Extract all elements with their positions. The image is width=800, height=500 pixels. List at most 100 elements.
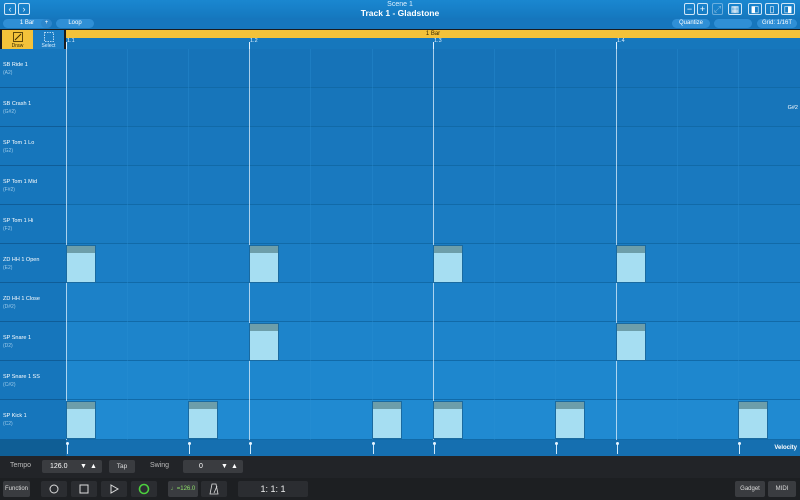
midi-note-kick[interactable] — [555, 401, 585, 439]
velocity-handle[interactable] — [433, 442, 436, 445]
lane-name: SP Snare 1 SS — [3, 374, 40, 380]
lane-label-tom-mid[interactable]: SP Tom 1 Mid (F#2) — [0, 166, 66, 205]
midi-note-hh-open[interactable] — [616, 245, 646, 283]
note-velocity-bar — [250, 246, 278, 253]
velocity-stem — [67, 444, 68, 454]
midi-note-kick[interactable] — [188, 401, 218, 439]
loop-button[interactable]: Loop — [56, 19, 94, 28]
velocity-stem — [739, 444, 740, 454]
velocity-handle[interactable] — [555, 442, 558, 445]
layout-panel-icon[interactable]: ▯ — [765, 3, 779, 15]
stepper-up-icon[interactable]: ▲ — [90, 460, 97, 473]
lane-note: (F2) — [3, 226, 13, 232]
velocity-editor[interactable] — [66, 440, 800, 456]
note-velocity-bar — [67, 402, 95, 409]
tempo-label: Tempo — [10, 462, 32, 469]
disabled-toolbar-button — [714, 19, 752, 28]
timeline-ruler[interactable]: 1.1 1.2 1.3 1.4 — [66, 38, 800, 49]
lane-note: (C#2) — [3, 382, 16, 388]
midi-note-kick[interactable] — [738, 401, 768, 439]
play-button[interactable] — [101, 481, 127, 497]
velocity-stem — [617, 444, 618, 454]
swing-value: 0 — [199, 463, 203, 470]
tap-tempo-button[interactable]: Tap — [109, 460, 135, 473]
lane-note: (C2) — [3, 421, 13, 427]
lane-label-ride[interactable]: SB Ride 1 (A2) — [0, 49, 66, 88]
velocity-handle[interactable] — [372, 442, 375, 445]
midi-note-snare[interactable] — [249, 323, 279, 361]
note-velocity-bar — [739, 402, 767, 409]
velocity-handle[interactable] — [616, 442, 619, 445]
lane-label-tom-lo[interactable]: SP Tom 1 Lo (G2) — [0, 127, 66, 166]
lane-label-kick[interactable]: SP Kick 1 (C2) — [0, 400, 66, 440]
velocity-handle[interactable] — [738, 442, 741, 445]
add-length-button[interactable]: + — [41, 19, 52, 28]
zoom-in-button[interactable]: + — [697, 3, 708, 15]
grid-selector[interactable]: Grid: 1/16T — [757, 19, 797, 28]
track-title: Track 1 - Gladstone — [360, 8, 440, 18]
velocity-handle[interactable] — [249, 442, 252, 445]
stop-icon — [79, 484, 89, 494]
scene-label: Scene 1 — [387, 1, 413, 8]
velocity-stem — [189, 444, 190, 454]
stepper-up-icon[interactable]: ▲ — [231, 460, 238, 473]
lane-label-hh-open[interactable]: ZD HH 1 Open (E2) — [0, 244, 66, 283]
midi-note-kick[interactable] — [433, 401, 463, 439]
note-velocity-bar — [373, 402, 401, 409]
lane-label-snare[interactable]: SP Snare 1 (D2) — [0, 322, 66, 361]
lane-label-crash[interactable]: SB Crash 1 (G#2) — [0, 88, 66, 127]
stepper-down-icon[interactable]: ▼ — [221, 460, 228, 473]
loop-icon — [138, 483, 150, 495]
midi-note-snare[interactable] — [616, 323, 646, 361]
tempo-bar: Tempo 126.0 ▼ ▲ Tap Swing 0 ▼ ▲ — [0, 456, 800, 478]
gadget-button[interactable]: Gadget — [735, 481, 765, 497]
note-velocity-bar — [250, 324, 278, 331]
stop-button[interactable] — [71, 481, 97, 497]
position-display: 1: 1: 1 — [238, 481, 308, 497]
zoom-out-button[interactable]: − — [684, 3, 695, 15]
midi-note-hh-open[interactable] — [433, 245, 463, 283]
velocity-handle[interactable] — [188, 442, 191, 445]
loop-toggle-button[interactable] — [131, 481, 157, 497]
transport-bar: Function ♩=126.0 1: 1: 1 Gadget MIDI — [0, 478, 800, 500]
midi-note-hh-open[interactable] — [66, 245, 96, 283]
draw-tool-button[interactable]: Draw — [2, 30, 33, 50]
lane-label-tom-hi[interactable]: SP Tom 1 Hi (F2) — [0, 205, 66, 244]
swing-label: Swing — [150, 462, 170, 469]
lane-label-hh-close[interactable]: ZD HH 1 Close (D#2) — [0, 283, 66, 322]
tempo-stepper[interactable]: 126.0 ▼ ▲ — [42, 460, 102, 473]
swing-stepper[interactable]: 0 ▼ ▲ — [183, 460, 243, 473]
resize-icon[interactable]: ⤢ — [712, 3, 723, 15]
mixer-icon[interactable]: ▦ — [728, 3, 742, 15]
beat-marker: 1.3 — [434, 38, 442, 44]
midi-note-hh-open[interactable] — [249, 245, 279, 283]
note-velocity-bar — [434, 402, 462, 409]
quantize-button[interactable]: Quantize — [672, 19, 710, 28]
lane-name: SP Snare 1 — [3, 335, 32, 341]
note-velocity-bar — [67, 246, 95, 253]
editor-toolbar: 1 Bar + Loop Quantize Grid: 1/16T — [0, 18, 800, 29]
function-button[interactable]: Function — [3, 481, 30, 497]
record-button[interactable] — [41, 481, 67, 497]
midi-note-kick[interactable] — [372, 401, 402, 439]
velocity-handle[interactable] — [66, 442, 69, 445]
loop-region[interactable]: 1 Bar — [66, 30, 800, 38]
note-velocity-bar — [617, 324, 645, 331]
grid-line — [677, 49, 678, 440]
midi-note-kick[interactable] — [66, 401, 96, 439]
velocity-lane: Velocity — [0, 440, 800, 456]
beat-marker: 1.1 — [67, 38, 75, 44]
metronome-icon — [209, 483, 219, 495]
lane-name: SP Tom 1 Hi — [3, 218, 34, 224]
stepper-down-icon[interactable]: ▼ — [80, 460, 87, 473]
lane-label-snare-ss[interactable]: SP Snare 1 SS (C#2) — [0, 361, 66, 400]
layout-full-icon[interactable]: ◨ — [781, 3, 795, 15]
midi-button[interactable]: MIDI — [768, 481, 796, 497]
piano-roll: SB Ride 1 (A2) SB Crash 1 (G#2) SP Tom 1… — [0, 49, 800, 440]
tempo-display[interactable]: ♩=126.0 — [168, 481, 198, 497]
lane-note: (A2) — [3, 70, 13, 76]
metronome-button[interactable] — [201, 481, 227, 497]
velocity-stem — [373, 444, 374, 454]
select-tool-button[interactable]: Select — [33, 30, 64, 50]
layout-split-icon[interactable]: ◧ — [748, 3, 762, 15]
